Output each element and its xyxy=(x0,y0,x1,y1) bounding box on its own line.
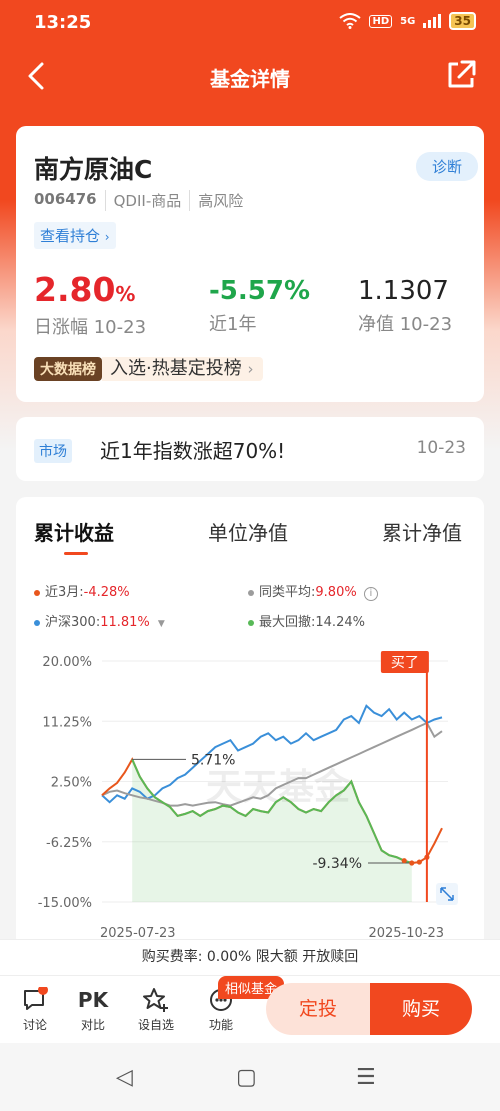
fund-risk: 高风险 xyxy=(189,190,251,211)
legend-peer-value: 9.80% xyxy=(315,585,357,600)
status-icons: HD 5G 35 xyxy=(339,12,476,30)
bought-label: 买了 xyxy=(391,655,419,671)
legend-fund-label: 近3月: xyxy=(45,585,84,600)
legend-hs300[interactable]: 沪深300:11.81% ▼ xyxy=(34,611,165,630)
peak-label: 5.71% xyxy=(191,752,235,768)
legend-fund: 近3月:-4.28% xyxy=(34,581,130,600)
view-holdings-label: 查看持仓 xyxy=(40,227,101,245)
day-change-stat: 2.80% 日涨幅 10-23 xyxy=(34,270,146,339)
trough-label: -9.34% xyxy=(312,856,362,872)
status-bar: 13:25 HD 5G 35 xyxy=(0,0,500,44)
legend-drawdown-value: 14.24% xyxy=(315,615,365,630)
market-tag: 市场 xyxy=(34,439,72,463)
star-plus-icon xyxy=(143,988,168,1012)
system-nav-bar: ◁ ▢ ☰ xyxy=(0,1043,500,1111)
nav-back-icon[interactable]: ◁ xyxy=(116,1065,133,1090)
fund-name: 南方原油C xyxy=(34,155,153,184)
day-change-label: 日涨幅 10-23 xyxy=(34,317,147,338)
nav-stat: 1.1307 净值 10-23 xyxy=(358,270,452,336)
legend-peer: 同类平均:9.80% i xyxy=(248,581,378,601)
func-label: 功能 xyxy=(208,1018,233,1032)
legend-peer-label: 同类平均: xyxy=(259,585,316,600)
caret-down-icon: ▼ xyxy=(157,619,165,629)
trade-point xyxy=(401,858,407,864)
legend-drawdown: 最大回撤:14.24% xyxy=(248,611,365,630)
chart-card: 累计收益 单位净值 累计净值 近3月:-4.28% 同类平均:9.80% i 沪… xyxy=(16,497,484,947)
add-watchlist-button[interactable]: 设自选 xyxy=(131,984,181,1033)
fund-type: QDII-商品 xyxy=(104,190,190,211)
year-change-label: 近1年 xyxy=(209,314,257,335)
y-tick-label: 2.50% xyxy=(51,776,92,791)
nav-menu-icon[interactable]: ☰ xyxy=(356,1065,376,1090)
buy-button[interactable]: 购买 xyxy=(370,983,472,1035)
pk-button[interactable]: PK 对比 xyxy=(68,984,118,1033)
fixed-invest-button[interactable]: 定投 xyxy=(266,983,370,1035)
battery-icon: 35 xyxy=(449,12,476,30)
y-tick-label: 20.00% xyxy=(42,655,92,670)
status-time: 13:25 xyxy=(34,12,92,33)
market-date: 10-23 xyxy=(416,438,466,458)
watch-label: 设自选 xyxy=(137,1018,174,1032)
view-holdings-link[interactable]: 查看持仓 › xyxy=(34,222,116,249)
legend-fund-value: -4.28% xyxy=(83,585,130,600)
y-tick-label: -6.25% xyxy=(46,836,92,851)
info-icon[interactable]: i xyxy=(363,587,378,601)
return-chart[interactable]: 20.00%11.25%2.50%-6.25%-15.00%2025-07-23… xyxy=(16,647,484,947)
nav-label: 净值 10-23 xyxy=(358,314,453,335)
fund-code: 006476 xyxy=(34,190,97,208)
tab-cumulative-nav[interactable]: 累计净值 xyxy=(382,517,462,546)
chat-icon xyxy=(24,987,48,1010)
signal-icon xyxy=(423,14,442,28)
share-icon xyxy=(448,60,476,88)
discuss-label: 讨论 xyxy=(22,1018,47,1032)
year-change-value: -5.57% xyxy=(209,276,310,306)
tab-underline xyxy=(64,552,88,555)
chart-tabs: 累计收益 单位净值 累计净值 xyxy=(16,517,484,557)
discuss-button[interactable]: 讨论 xyxy=(10,984,60,1033)
share-button[interactable] xyxy=(444,58,480,94)
bigdata-text: 入选·热基定投榜 xyxy=(110,358,242,379)
legend-drawdown-label: 最大回撤: xyxy=(259,615,316,630)
bottom-action-bar: 讨论 PK 对比 设自选 功能 相似基金 定投 购买 xyxy=(0,975,500,1043)
nav-bar: 基金详情 xyxy=(0,44,500,110)
diagnose-button[interactable]: 诊断 xyxy=(415,152,478,181)
day-change-unit: % xyxy=(115,282,136,306)
market-text: 近1年指数涨超70%! xyxy=(100,439,286,463)
fund-summary-card: 南方原油C 诊断 006476 QDII-商品 高风险 查看持仓 › 2.80%… xyxy=(16,126,484,402)
fee-bar: 购买费率: 0.00% 限大额 开放赎回 xyxy=(0,939,500,975)
bigdata-tag: 大数据榜 xyxy=(34,357,102,381)
y-tick-label: -15.00% xyxy=(38,896,92,911)
trade-point xyxy=(409,860,415,866)
legend-dot xyxy=(248,589,254,596)
fund-meta: 006476 QDII-商品 高风险 xyxy=(34,190,251,211)
wifi-icon xyxy=(339,13,362,29)
legend-hs300-value: 11.81% xyxy=(100,615,150,630)
nav-value: 1.1307 xyxy=(358,276,449,306)
tab-cumulative-return[interactable]: 累计收益 xyxy=(34,517,114,546)
signal-label: 5G xyxy=(400,15,416,27)
pk-label: 对比 xyxy=(80,1018,105,1032)
day-change-value: 2.80 xyxy=(34,270,116,309)
market-news-card[interactable]: 市场 近1年指数涨超70%! 10-23 xyxy=(16,417,484,481)
chevron-right-icon: › xyxy=(247,360,254,378)
legend-dot xyxy=(34,619,40,626)
page-title: 基金详情 xyxy=(210,67,290,91)
legend-dot xyxy=(34,589,40,596)
chevron-right-icon: › xyxy=(104,230,110,244)
year-change-stat: -5.57% 近1年 xyxy=(209,270,310,336)
nav-home-icon[interactable]: ▢ xyxy=(236,1065,257,1090)
bigdata-rank-banner[interactable]: 大数据榜 入选·热基定投榜 › xyxy=(34,357,264,381)
legend-hs300-label: 沪深300: xyxy=(45,615,101,630)
fee-text: 购买费率: 0.00% 限大额 开放赎回 xyxy=(141,949,359,965)
pk-icon: PK xyxy=(77,988,109,1012)
hd-icon: HD xyxy=(369,14,393,28)
y-tick-label: 11.25% xyxy=(42,715,92,730)
tab-unit-nav[interactable]: 单位净值 xyxy=(208,517,288,546)
trade-point xyxy=(416,859,422,865)
legend-dot xyxy=(248,619,254,626)
